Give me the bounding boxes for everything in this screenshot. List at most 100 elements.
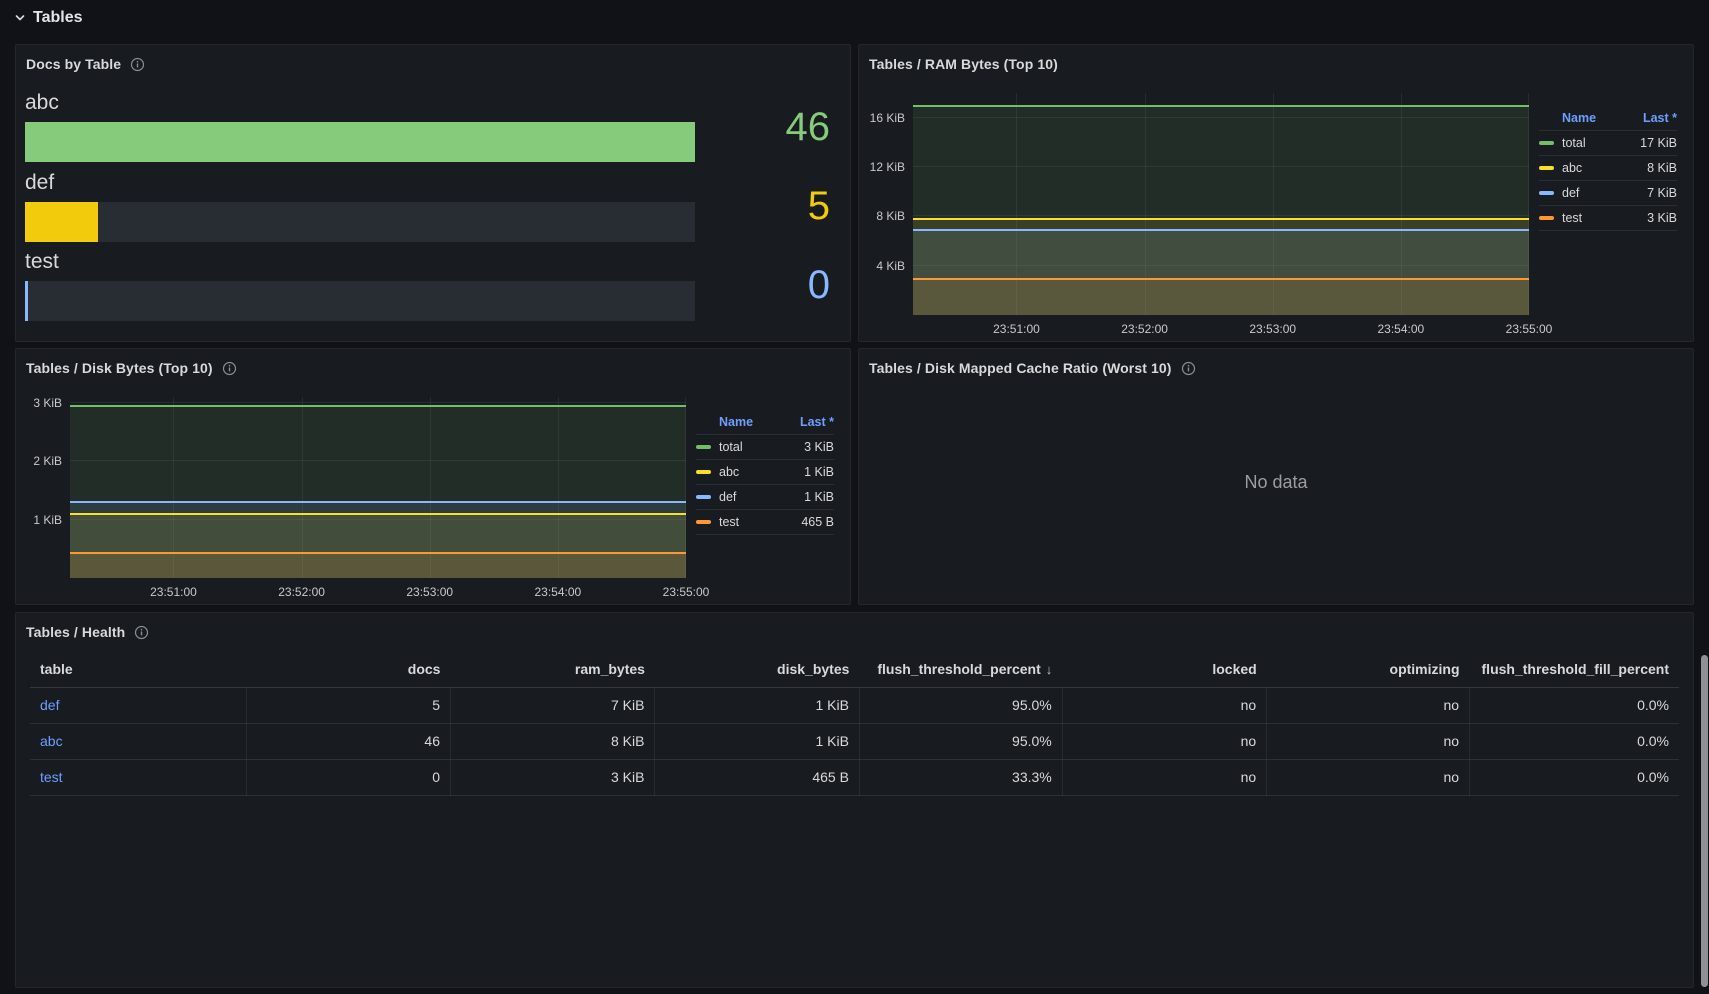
cell-locked: no	[1062, 723, 1266, 759]
x-axis-tick: 23:52:00	[1121, 322, 1168, 336]
column-header-table[interactable]: table	[30, 657, 246, 687]
x-axis-tick: 23:52:00	[278, 585, 325, 599]
table-row: def 5 7 KiB 1 KiB 95.0% no no 0.0%	[30, 687, 1679, 723]
column-header-optimizing[interactable]: optimizing	[1267, 657, 1470, 687]
panel-title[interactable]: Docs by Table	[26, 56, 121, 72]
column-header-docs[interactable]: docs	[246, 657, 450, 687]
bar-row-abc: abc 46	[25, 91, 830, 162]
panel-docs-by-table: Docs by Table abc 46 def 5	[15, 44, 851, 342]
y-axis: 3 KiB 2 KiB 1 KiB	[22, 397, 70, 578]
panel-title[interactable]: Tables / Disk Bytes (Top 10)	[26, 360, 213, 376]
legend-series-value: 3 KiB	[1647, 211, 1677, 225]
legend-header: Name Last *	[696, 410, 834, 435]
legend: Name Last * total 3 KiB abc 1 KiB def 1 …	[686, 397, 836, 600]
x-axis-tick: 23:53:00	[1249, 322, 1296, 336]
series-area-test	[913, 278, 1529, 315]
panel-header: Tables / Health	[16, 613, 1693, 651]
bar-value: 0	[695, 265, 830, 305]
cell-optimizing: no	[1267, 687, 1470, 723]
cell-flush-threshold-percent: 95.0%	[859, 723, 1062, 759]
cell-flush-threshold-fill-percent: 0.0%	[1470, 759, 1679, 795]
legend-series-value: 17 KiB	[1640, 136, 1677, 150]
legend-series-name[interactable]: total	[1562, 136, 1640, 150]
legend-series-name[interactable]: abc	[1562, 161, 1647, 175]
cell-disk-bytes: 1 KiB	[655, 687, 859, 723]
cell-locked: no	[1062, 687, 1266, 723]
cell-optimizing: no	[1267, 759, 1470, 795]
bar-fill	[25, 122, 695, 162]
legend-series-value: 7 KiB	[1647, 186, 1677, 200]
x-axis-tick: 23:51:00	[150, 585, 197, 599]
health-header-row: table docs ram_bytes disk_bytes flush_th…	[30, 657, 1679, 687]
table-name-link[interactable]: def	[40, 697, 59, 713]
column-header-flush-threshold-percent[interactable]: flush_threshold_percent↓	[859, 657, 1062, 687]
legend-row-test: test 465 B	[696, 510, 834, 535]
x-axis-tick: 23:54:00	[535, 585, 582, 599]
y-axis-tick: 1 KiB	[33, 513, 62, 527]
panel-disk-mapped-cache-ratio: Tables / Disk Mapped Cache Ratio (Worst …	[858, 348, 1694, 605]
x-axis-tick: 23:51:00	[993, 322, 1040, 336]
info-icon[interactable]	[222, 361, 237, 376]
legend: Name Last * total 17 KiB abc 8 KiB def 7…	[1529, 93, 1679, 337]
legend-series-value: 3 KiB	[804, 440, 834, 454]
series-color-swatch	[1539, 166, 1554, 170]
plot-area[interactable]	[913, 93, 1529, 315]
x-axis-tick: 23:53:00	[406, 585, 453, 599]
bar-gauge: abc 46 def 5 test 0	[16, 83, 850, 341]
legend-series-name[interactable]: abc	[719, 465, 804, 479]
panel-health: Tables / Health table docs ram_bytes dis…	[15, 612, 1694, 988]
legend-row-total: total 17 KiB	[1539, 131, 1677, 156]
y-axis: 16 KiB 12 KiB 8 KiB 4 KiB	[865, 93, 913, 315]
info-icon[interactable]	[134, 625, 149, 640]
y-axis-tick: 12 KiB	[870, 160, 905, 174]
panel-title[interactable]: Tables / Disk Mapped Cache Ratio (Worst …	[869, 360, 1172, 376]
info-icon[interactable]	[1181, 361, 1196, 376]
cell-disk-bytes: 1 KiB	[655, 723, 859, 759]
cell-docs: 0	[246, 759, 450, 795]
column-header-flush-threshold-fill-percent[interactable]: flush_threshold_fill_percent	[1470, 657, 1679, 687]
legend-series-name[interactable]: def	[719, 490, 804, 504]
panel-header: Tables / RAM Bytes (Top 10)	[859, 45, 1693, 83]
legend-last-header[interactable]: Last *	[800, 415, 834, 429]
table-name-link[interactable]: abc	[40, 733, 63, 749]
legend-name-header[interactable]: Name	[1562, 111, 1643, 125]
series-color-swatch	[696, 495, 711, 499]
cell-locked: no	[1062, 759, 1266, 795]
legend-row-test: test 3 KiB	[1539, 206, 1677, 231]
column-header-disk-bytes[interactable]: disk_bytes	[655, 657, 859, 687]
vertical-scrollbar-thumb[interactable]	[1701, 655, 1708, 987]
series-color-swatch	[696, 520, 711, 524]
series-color-swatch	[1539, 141, 1554, 145]
bar-value: 5	[695, 186, 830, 226]
legend-row-def: def 7 KiB	[1539, 181, 1677, 206]
panel-title[interactable]: Tables / RAM Bytes (Top 10)	[869, 56, 1058, 72]
y-axis-tick: 4 KiB	[876, 259, 905, 273]
bar-fill	[25, 281, 28, 321]
legend-name-header[interactable]: Name	[719, 415, 800, 429]
legend-last-header[interactable]: Last *	[1643, 111, 1677, 125]
bar-track	[25, 281, 695, 321]
column-header-ram-bytes[interactable]: ram_bytes	[450, 657, 654, 687]
info-icon[interactable]	[130, 57, 145, 72]
panel-disk-bytes: Tables / Disk Bytes (Top 10) 3 KiB 2 KiB…	[15, 348, 851, 605]
legend-row-abc: abc 8 KiB	[1539, 156, 1677, 181]
y-axis-tick: 8 KiB	[876, 209, 905, 223]
legend-series-name[interactable]: total	[719, 440, 804, 454]
plot-area[interactable]	[70, 397, 686, 578]
legend-series-value: 465 B	[801, 515, 834, 529]
row-toggle-tables[interactable]: Tables	[14, 9, 83, 27]
legend-row-total: total 3 KiB	[696, 435, 834, 460]
column-header-locked[interactable]: locked	[1062, 657, 1266, 687]
row-title: Tables	[33, 9, 83, 27]
cell-ram-bytes: 8 KiB	[450, 723, 654, 759]
cell-flush-threshold-percent: 33.3%	[859, 759, 1062, 795]
legend-series-value: 1 KiB	[804, 465, 834, 479]
table-name-link[interactable]: test	[40, 769, 63, 785]
legend-series-name[interactable]: test	[719, 515, 801, 529]
panel-header: Docs by Table	[16, 45, 850, 83]
bar-track	[25, 122, 695, 162]
panel-title[interactable]: Tables / Health	[26, 624, 125, 640]
legend-series-name[interactable]: def	[1562, 186, 1647, 200]
bar-label: def	[25, 171, 695, 195]
legend-series-name[interactable]: test	[1562, 211, 1647, 225]
